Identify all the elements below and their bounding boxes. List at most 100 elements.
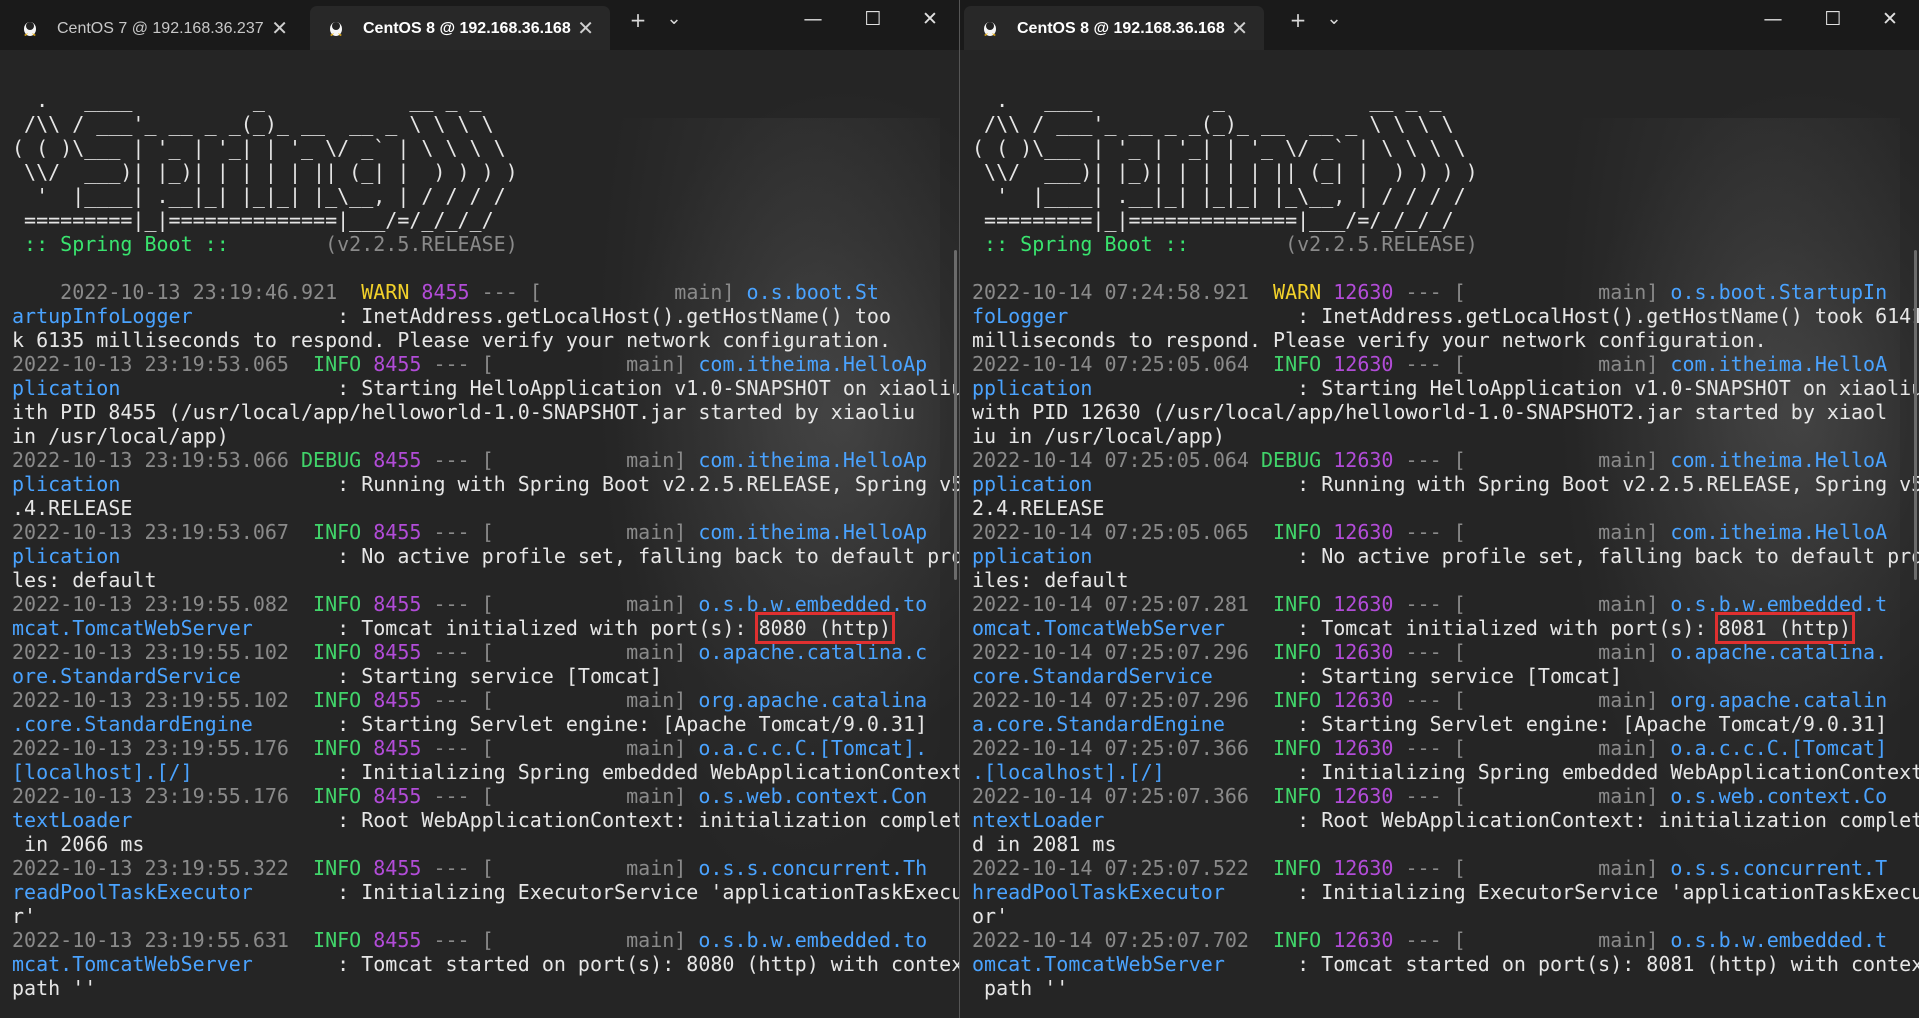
log-segment: 2022-10-14 07:25:05.065 <box>972 520 1249 544</box>
log-segment: com.itheima.HelloAp <box>686 352 928 376</box>
log-segment: --- [ main] <box>1393 928 1659 952</box>
log-segment: --- [ main] <box>1393 592 1659 616</box>
terminal-output[interactable]: . ____ _ __ _ _ /\\ / ___'_ __ _ _(_)_ _… <box>960 50 1919 1018</box>
log-segment: : Starting service [Tomcat] <box>240 664 663 688</box>
log-segment: hreadPoolTaskExecutor <box>972 880 1225 904</box>
log-segment: 12630 <box>1321 352 1394 376</box>
log-segment: ith PID 8455 (/usr/local/app/helloworld-… <box>12 400 916 424</box>
terminal-window-left: CentOS 7 @ 192.168.36.237 ✕ CentOS 8 @ 1… <box>0 0 960 1018</box>
log-segment: 8455 <box>361 352 422 376</box>
log-segment: mcat.TomcatWebServer <box>12 616 253 640</box>
log-segment: --- [ main] <box>421 736 687 760</box>
log-segment: omcat.TomcatWebServer <box>972 952 1225 976</box>
maximize-button[interactable]: ☐ <box>853 8 893 30</box>
log-segment: : Starting service [Tomcat] <box>1212 664 1623 688</box>
log-segment: les: default <box>12 568 157 592</box>
log-segment: 8455 <box>361 640 422 664</box>
log-segment: pplication <box>972 544 1093 568</box>
port-highlight: 8081 (http) <box>1714 612 1856 644</box>
log-segment: milliseconds to respond. Please verify y… <box>972 328 1767 352</box>
log-lines: 2022-10-13 23:19:46.921 WARN 8455 --- [ … <box>12 280 960 1000</box>
log-segment: INFO <box>288 640 362 664</box>
log-segment: [localhost].[/] <box>12 760 193 784</box>
scrollbar[interactable] <box>954 250 957 580</box>
close-tab-icon[interactable]: ✕ <box>577 16 594 41</box>
log-segment: k 6135 milliseconds to respond. Please v… <box>12 328 891 352</box>
tab-centos7[interactable]: CentOS 7 @ 192.168.36.237 ✕ <box>4 6 304 50</box>
log-segment: INFO <box>288 520 362 544</box>
title-bar: CentOS 7 @ 192.168.36.237 ✕ CentOS 8 @ 1… <box>0 0 959 50</box>
log-segment: --- [ main] <box>1393 280 1659 304</box>
close-window-button[interactable]: ✕ <box>1870 8 1910 30</box>
log-segment: org.apache.catalina <box>686 688 928 712</box>
spring-boot-label: :: Spring Boot :: <box>972 232 1189 256</box>
log-segment: DEBUG <box>1248 448 1322 472</box>
log-segment: 2022-10-14 07:25:05.064 <box>972 448 1249 472</box>
log-segment: ntextLoader <box>972 808 1105 832</box>
log-segment: : Tomcat started on port(s): 8081 (http)… <box>1224 952 1919 976</box>
log-segment: o.s.web.context.Co <box>1658 784 1888 808</box>
close-tab-icon[interactable]: ✕ <box>271 16 288 41</box>
log-segment: : Starting Servlet engine: [Apache Tomca… <box>1224 712 1888 736</box>
log-segment: --- [ main] <box>1393 784 1659 808</box>
new-tab-button[interactable]: + <box>1282 8 1314 32</box>
log-segment: textLoader <box>12 808 133 832</box>
log-segment: 8455 <box>361 856 422 880</box>
linux-tux-icon <box>24 22 36 36</box>
log-segment: 2022-10-13 23:19:55.176 <box>12 784 289 808</box>
spring-boot-version: (v2.2.5.RELEASE) <box>228 232 518 256</box>
log-segment: INFO <box>1248 856 1322 880</box>
linux-tux-icon <box>984 22 996 36</box>
tab-dropdown-button[interactable]: ⌄ <box>658 8 690 29</box>
log-segment: 2022-10-14 07:25:05.064 <box>972 352 1249 376</box>
log-segment: o.s.b.w.embedded.to <box>686 928 928 952</box>
log-segment: or' <box>972 904 1009 928</box>
log-segment: --- [ main] <box>421 856 687 880</box>
log-segment: 12630 <box>1321 856 1394 880</box>
log-segment: mcat.TomcatWebServer <box>12 952 253 976</box>
minimize-button[interactable]: — <box>793 8 833 30</box>
log-segment: o.a.c.c.C.[Tomcat]. <box>686 736 928 760</box>
log-segment: 2022-10-14 07:25:07.366 <box>972 736 1249 760</box>
scrollbar[interactable] <box>1914 250 1917 580</box>
close-window-button[interactable]: ✕ <box>910 8 950 30</box>
log-segment: 12630 <box>1321 448 1394 472</box>
close-tab-icon[interactable]: ✕ <box>1231 16 1248 41</box>
log-segment: 8455 <box>361 592 422 616</box>
tab-centos8[interactable]: CentOS 8 @ 192.168.36.168 ✕ <box>964 6 1264 50</box>
log-segment: 2022-10-13 23:19:55.102 <box>12 688 289 712</box>
log-segment: : Root WebApplicationContext: initializa… <box>132 808 960 832</box>
log-segment: 2022-10-13 23:19:55.322 <box>12 856 289 880</box>
log-segment: : Running with Spring Boot v2.2.5.RELEAS… <box>1092 472 1919 496</box>
log-segment: INFO <box>1248 736 1322 760</box>
console-text: . ____ _ __ _ _ /\\ / ___'_ __ _ _(_)_ _… <box>12 88 960 1000</box>
terminal-window-right: CentOS 8 @ 192.168.36.168 ✕ + ⌄ — ☐ ✕ . … <box>960 0 1919 1018</box>
log-segment: org.apache.catalin <box>1658 688 1888 712</box>
tab-dropdown-button[interactable]: ⌄ <box>1318 8 1350 29</box>
log-segment: --- [ main] <box>421 928 687 952</box>
log-segment: 12630 <box>1321 592 1394 616</box>
new-tab-button[interactable]: + <box>622 8 654 32</box>
log-segment: com.itheima.HelloAp <box>686 520 928 544</box>
log-segment: INFO <box>1248 688 1322 712</box>
log-segment: iu in /usr/local/app) <box>972 424 1225 448</box>
log-segment: INFO <box>288 856 362 880</box>
terminal-output[interactable]: . ____ _ __ _ _ /\\ / ___'_ __ _ _(_)_ _… <box>0 50 959 1018</box>
log-segment: : Initializing ExecutorService 'applicat… <box>1224 880 1919 904</box>
log-segment: path '' <box>972 976 1069 1000</box>
log-segment: : Tomcat initialized with port(s): <box>252 616 759 640</box>
log-segment: : InetAddress.getLocalHost().getHostName… <box>192 304 892 328</box>
log-segment: 8455 <box>361 688 422 712</box>
banner-art: . ____ _ __ _ _ /\\ / ___'_ __ _ _(_)_ _… <box>12 88 518 232</box>
log-segment: o.s.b.w.embedded.to <box>686 592 928 616</box>
log-segment: --- [ main] <box>1393 736 1659 760</box>
log-segment: : Starting HelloApplication v1.0-SNAPSHO… <box>1092 376 1919 400</box>
minimize-button[interactable]: — <box>1753 8 1793 30</box>
log-segment: 2022-10-13 23:19:55.631 <box>12 928 289 952</box>
log-segment: com.itheima.HelloA <box>1658 448 1888 472</box>
log-segment: foLogger <box>972 304 1069 328</box>
maximize-button[interactable]: ☐ <box>1813 8 1853 30</box>
log-segment: d in 2081 ms <box>972 832 1117 856</box>
log-segment: --- [ main] <box>421 688 687 712</box>
tab-centos8[interactable]: CentOS 8 @ 192.168.36.168 ✕ <box>310 6 610 50</box>
